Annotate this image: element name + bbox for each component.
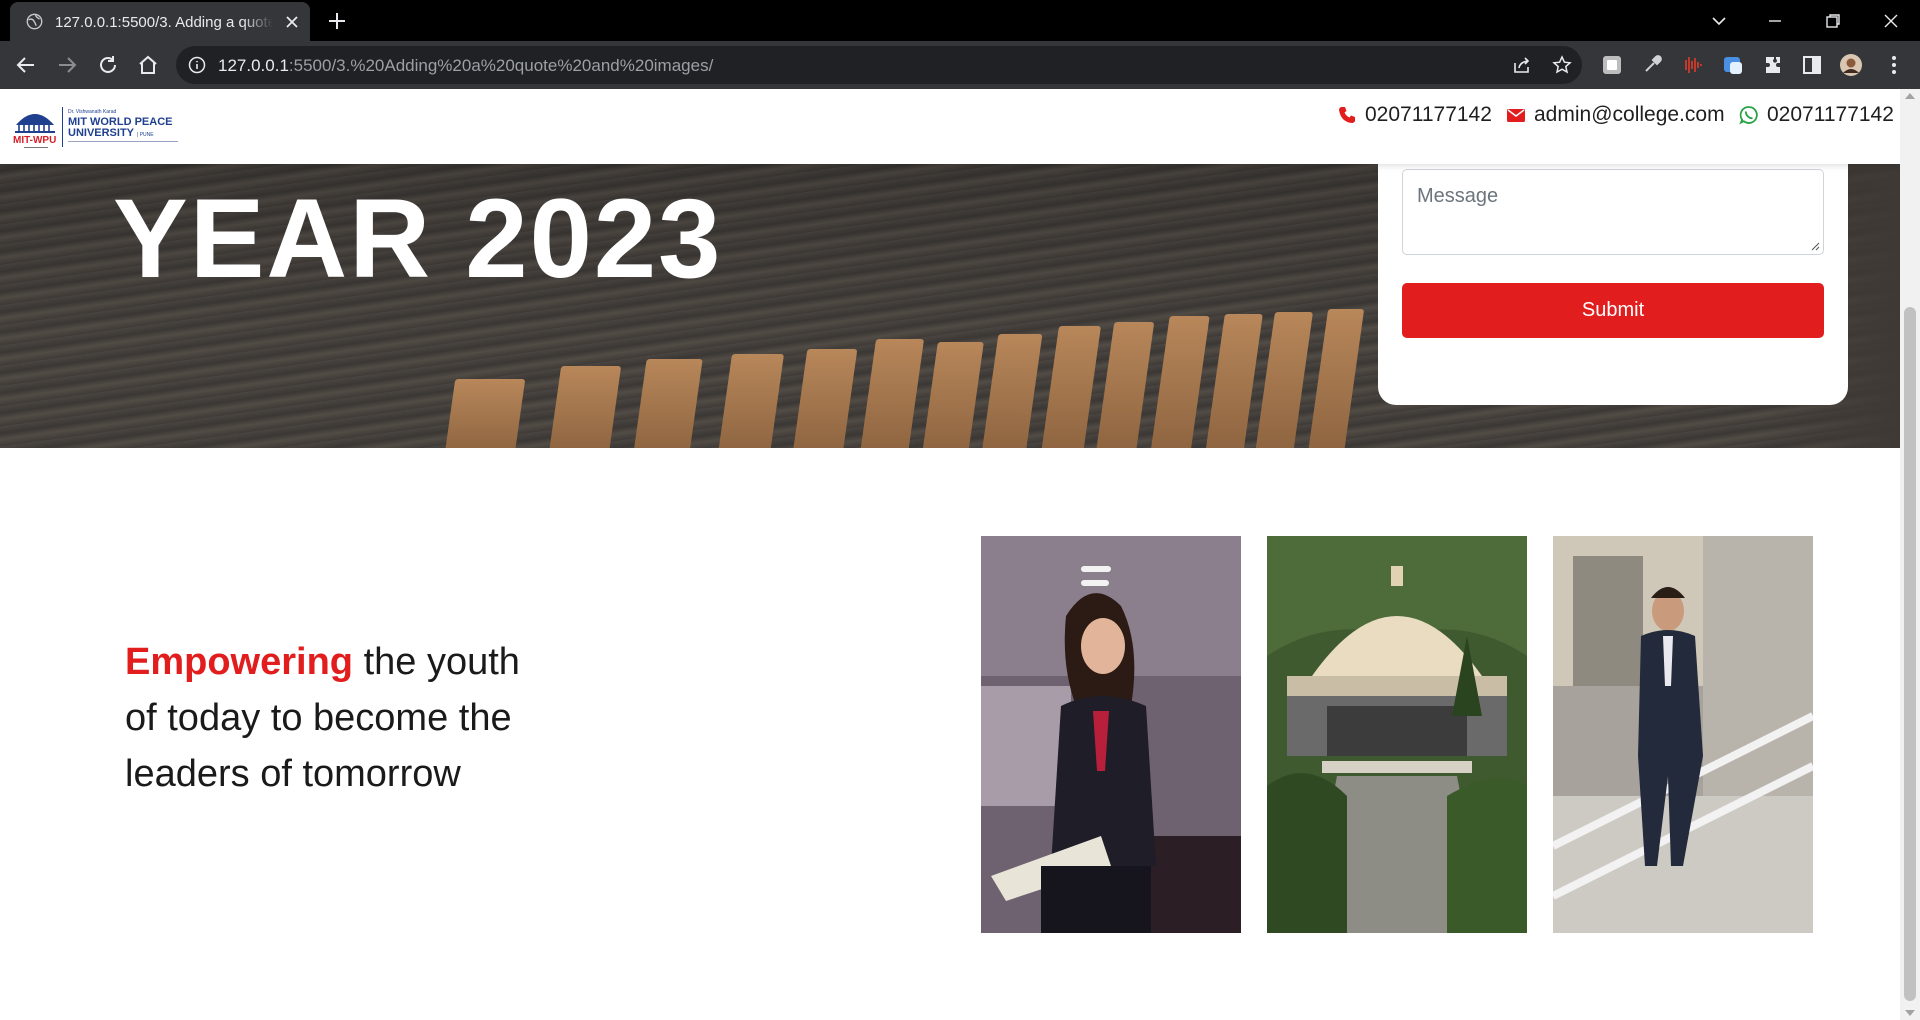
profile-avatar-icon[interactable] (1839, 53, 1863, 77)
svg-text:Dr. Vishwanath Karad: Dr. Vishwanath Karad (68, 109, 116, 115)
tab-title: 127.0.0.1:5500/3. Adding a quote and ima… (55, 14, 273, 31)
site-info-icon[interactable] (188, 56, 206, 74)
translate-icon[interactable] (1721, 53, 1745, 77)
campus-dome-photo (1267, 536, 1527, 933)
bookmark-star-icon[interactable] (1552, 55, 1572, 75)
url-text[interactable]: 127.0.0.1:5500/3.%20Adding%20a%20quote%2… (218, 56, 713, 76)
site-header: MIT-WPU Dr. Vishwanath Karad MIT WORLD P… (0, 89, 1900, 164)
mit-wpu-logo[interactable]: MIT-WPU Dr. Vishwanath Karad MIT WORLD P… (12, 101, 192, 153)
browser-tab[interactable]: 127.0.0.1:5500/3. Adding a quote and ima… (10, 2, 310, 41)
email-address: admin@college.com (1534, 103, 1725, 126)
extensions-puzzle-icon[interactable] (1761, 53, 1785, 77)
reload-icon[interactable] (96, 53, 120, 77)
chair-decoration (859, 339, 925, 448)
quote-line-2: of today to become the (125, 697, 512, 739)
scroll-down-arrow-icon[interactable] (1905, 1010, 1915, 1016)
scroll-up-arrow-icon[interactable] (1905, 93, 1915, 99)
enquiry-form-card: Message Submit (1378, 149, 1848, 405)
whatsapp-contact[interactable]: 02071177142 (1739, 103, 1894, 127)
browser-toolbar: 127.0.0.1:5500/3.%20Adding%20a%20quote%2… (0, 41, 1920, 89)
tab-search-icon[interactable] (1706, 8, 1732, 34)
menu-kebab-icon[interactable] (1882, 53, 1906, 77)
url-path: :5500/3.%20Adding%20a%20quote%20and%20im… (288, 56, 714, 75)
email-contact[interactable]: admin@college.com (1506, 103, 1725, 127)
side-panel-icon[interactable] (1800, 53, 1824, 77)
chair-decoration (1255, 312, 1313, 448)
minimize-icon[interactable] (1762, 8, 1788, 34)
phone-icon (1339, 107, 1355, 123)
chair-decoration (1041, 326, 1101, 448)
page-scrollbar[interactable] (1900, 89, 1920, 1020)
quote-line-3: leaders of tomorrow (125, 753, 461, 795)
svg-text:UNIVERSITY: UNIVERSITY (68, 127, 135, 139)
chair-decoration (981, 334, 1043, 448)
back-icon[interactable] (14, 53, 38, 77)
globe-icon (26, 13, 43, 30)
student-photo-man (1553, 536, 1813, 933)
chair-decoration (1150, 316, 1210, 448)
url-host: 127.0.0.1 (218, 56, 289, 75)
chair-decoration (717, 354, 785, 448)
home-icon[interactable] (136, 53, 160, 77)
extension-tab-icon[interactable] (1600, 53, 1624, 77)
resize-handle-icon[interactable] (1811, 242, 1820, 251)
chair-decoration (444, 379, 526, 448)
student-photo-woman (981, 536, 1241, 933)
color-picker-icon[interactable] (1640, 53, 1664, 77)
svg-text:| PUNE: | PUNE (137, 132, 154, 138)
phone-contact[interactable]: 02071177142 (1337, 103, 1492, 127)
chair-decoration (1095, 322, 1155, 448)
message-textarea[interactable]: Message (1402, 169, 1824, 255)
chair-decoration (548, 366, 622, 448)
chair-decoration (922, 342, 984, 448)
browser-tab-strip: 127.0.0.1:5500/3. Adding a quote and ima… (0, 0, 1920, 41)
chair-decoration (792, 349, 858, 448)
whatsapp-icon (1739, 106, 1758, 125)
forward-icon[interactable] (55, 53, 79, 77)
chair-decoration (1205, 314, 1263, 448)
chair-decoration (633, 359, 703, 448)
svg-text:MIT-WPU: MIT-WPU (13, 135, 56, 146)
phone-number: 02071177142 (1365, 103, 1492, 126)
scrollbar-thumb[interactable] (1904, 307, 1916, 1001)
chair-decoration (1307, 309, 1365, 448)
audio-wave-icon[interactable] (1680, 53, 1704, 77)
new-tab-icon[interactable] (326, 10, 348, 32)
address-bar[interactable]: 127.0.0.1:5500/3.%20Adding%20a%20quote%2… (176, 46, 1582, 84)
page-viewport: YEAR 2023 Message Submit MIT-WPU Dr. Vis… (0, 89, 1900, 1020)
restore-icon[interactable] (1820, 8, 1846, 34)
message-placeholder: Message (1417, 185, 1499, 207)
submit-button[interactable]: Submit (1402, 283, 1824, 338)
hero-title: YEAR 2023 (113, 176, 723, 301)
close-tab-icon[interactable] (282, 12, 302, 32)
close-window-icon[interactable] (1878, 8, 1904, 34)
quote-accent: Empowering (125, 641, 354, 683)
envelope-icon (1507, 109, 1525, 122)
whatsapp-number: 02071177142 (1767, 103, 1894, 126)
share-icon[interactable] (1512, 55, 1532, 75)
quote-line-1: the youth (353, 641, 520, 683)
quote-text: Empowering the youth of today to become … (125, 634, 645, 802)
